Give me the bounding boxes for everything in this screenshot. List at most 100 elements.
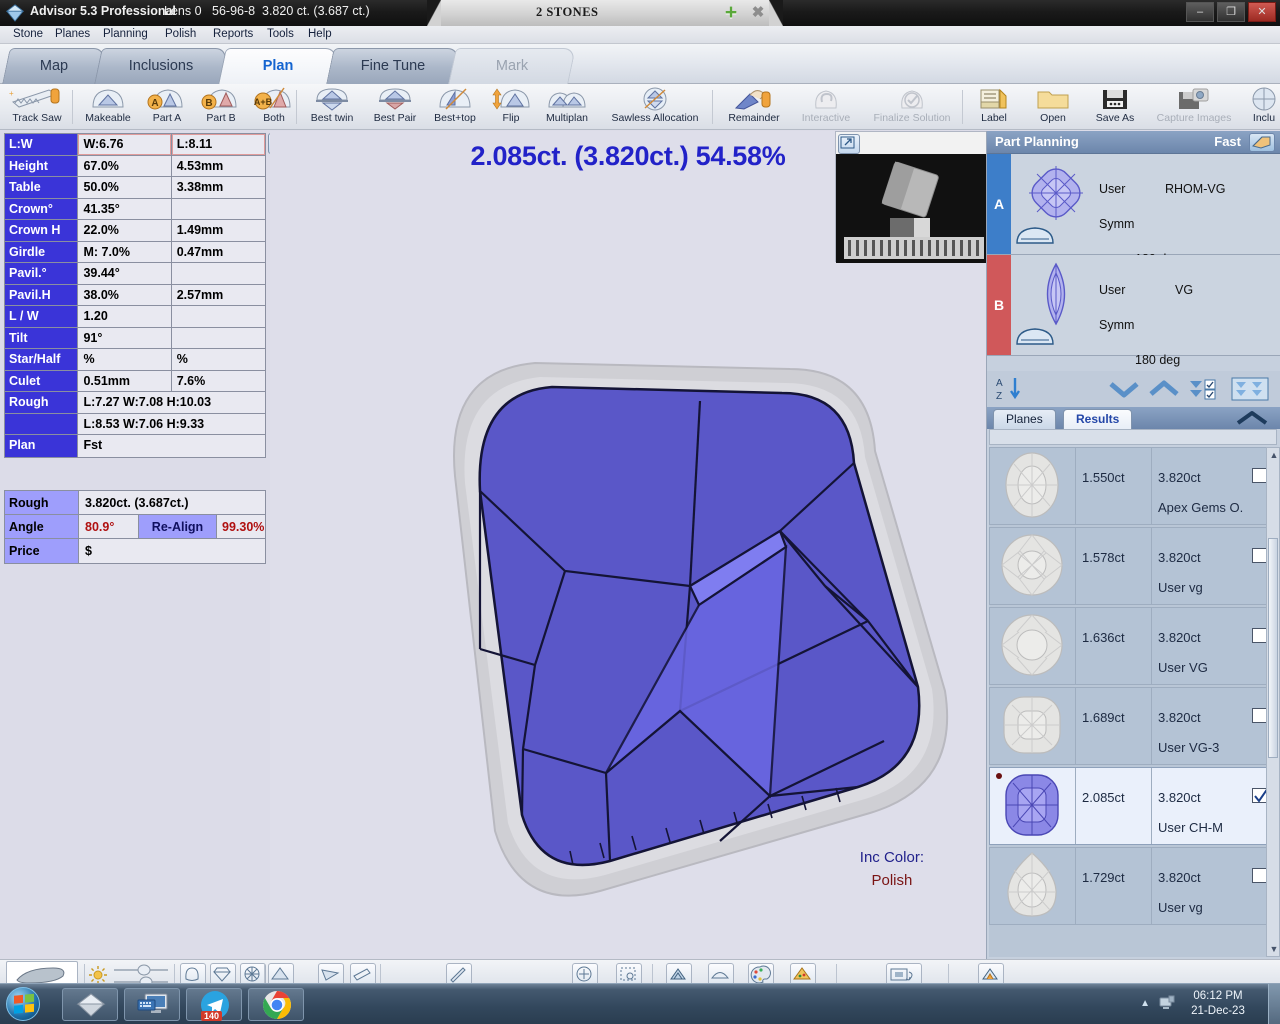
result-checkbox[interactable] [1252,628,1267,643]
scroll-up-arrow-icon[interactable]: ▲ [1269,450,1279,460]
toolbar-save-as[interactable]: Save As [1084,86,1146,128]
param-value-2[interactable]: 1.49mm [171,220,265,241]
table-row[interactable]: L / W 1.20 [5,306,265,328]
check-all-icon[interactable] [1187,377,1221,401]
toolbar-remainder[interactable]: Remainder [718,86,790,128]
list-item[interactable]: 1.550ct 3.820ct Apex Gems O. [989,447,1277,525]
toolbar-inclusions[interactable]: Inclu [1246,86,1280,128]
toolbar-finalize-solution[interactable]: Finalize Solution [862,86,962,128]
stone-viewport[interactable]: 2.085ct. (3.820ct.) 54.58% Inc Color: Po… [270,131,986,959]
table-row[interactable]: Star/Half % % [5,349,265,371]
menu-item-tools[interactable]: Tools [262,27,299,41]
tab-inclusions[interactable]: Inclusions [94,48,228,84]
param-value-1[interactable]: 38.0% [78,284,172,305]
menu-item-stone[interactable]: Stone [8,27,48,41]
toolbar-best-twin[interactable]: Best twin [300,86,364,128]
taskbar-advisor-app[interactable] [62,988,118,1021]
table-row[interactable]: L:W W:6.76 L:8.11 [5,134,265,156]
menu-item-planning[interactable]: Planning [98,27,153,41]
list-item[interactable]: 1.578ct 3.820ct User vg [989,527,1277,605]
param-value-2[interactable] [171,327,265,348]
chevron-up-icon[interactable] [1235,409,1269,427]
toolbar-interactive[interactable]: Interactive [790,86,862,128]
param-value-2[interactable]: 3.38mm [171,177,265,198]
result-checkbox[interactable] [1252,548,1267,563]
param-value-2[interactable]: 7.6% [171,370,265,391]
scroll-down-arrow-icon[interactable]: ▼ [1269,944,1279,954]
part-planning-row-a[interactable]: A User RHOM-VG Symm 180 deg [987,154,1280,266]
plus-icon[interactable]: + [721,2,741,23]
close-icon[interactable]: ✖ [749,4,767,22]
list-item[interactable]: 1.689ct 3.820ct User VG-3 [989,687,1277,765]
table-row[interactable]: L:8.53 W:7.06 H:9.33 [5,413,265,435]
show-desktop-button[interactable] [1268,984,1280,1024]
table-row[interactable]: Rough L:7.27 W:7.08 H:10.03 [5,392,265,414]
stone-photo-thumbnail[interactable] [835,131,986,263]
list-item[interactable]: 2.085ct 3.820ct User CH-M [989,767,1277,845]
param-value-1[interactable]: 22.0% [78,220,172,241]
param-value-wide[interactable]: Fst [78,435,265,457]
eraser-icon[interactable] [1249,133,1275,152]
results-list[interactable]: 1.550ct 3.820ct Apex Gems O. 1.578ct 3.8… [989,447,1277,957]
sort-az-icon[interactable]: A Z [995,375,1023,403]
table-row[interactable]: Culet 0.51mm 7.6% [5,370,265,392]
minimize-button[interactable]: – [1186,2,1214,22]
param-value-1[interactable]: 91° [78,327,172,348]
result-checkbox[interactable] [1252,868,1267,883]
param-value-2[interactable]: L:8.11 [171,134,265,155]
table-row[interactable]: Table 50.0% 3.38mm [5,177,265,199]
tab-fine-tune[interactable]: Fine Tune [326,48,460,84]
tab-mark[interactable]: Mark [448,48,576,84]
table-row[interactable]: Pavil.H 38.0% 2.57mm [5,284,265,306]
toolbar-track-saw[interactable]: + Track Saw [4,86,70,128]
param-value-1[interactable]: 39.44° [78,263,172,284]
toolbar-sawless-allocation[interactable]: Sawless Allocation [600,86,710,128]
document-tab[interactable]: 2 STONES + ✖ [427,0,783,26]
toolbar-both[interactable]: A+B Both [250,86,298,128]
toolbar-part-a[interactable]: A Part A [142,86,192,128]
toolbar-flip[interactable]: Flip [490,86,532,128]
taskbar-remote-desktop-app[interactable] [124,988,180,1021]
scrollbar-thumb[interactable] [1268,538,1278,758]
show-hidden-icons-arrow[interactable]: ▲ [1140,998,1150,1009]
menu-item-help[interactable]: Help [303,27,337,41]
param-value-2[interactable]: 0.47mm [171,241,265,262]
results-scrollbar[interactable]: ▲ ▼ [1266,447,1280,957]
toolbar-makeable[interactable]: Makeable [76,86,140,128]
param-value-1[interactable]: 41.35° [78,198,172,219]
param-value-1[interactable]: 50.0% [78,177,172,198]
taskbar-telegram-app[interactable]: 140 [186,988,242,1021]
param-value-1[interactable]: 1.20 [78,306,172,327]
table-row[interactable]: Crown H 22.0% 1.49mm [5,220,265,242]
param-value-1[interactable]: W:6.76 [78,134,172,155]
stone-3d-render[interactable] [270,241,986,941]
toolbar-best-top[interactable]: Best+top [424,86,486,128]
menu-item-planes[interactable]: Planes [50,27,95,41]
param-value-2[interactable] [171,306,265,327]
param-value-2[interactable]: 2.57mm [171,284,265,305]
param-value-wide[interactable]: L:8.53 W:7.06 H:9.33 [78,413,265,434]
menu-item-polish[interactable]: Polish [160,27,201,41]
table-row[interactable]: Crown° 41.35° [5,198,265,220]
price-value[interactable]: $ [79,539,265,563]
window-close-button[interactable]: ✕ [1248,2,1276,22]
list-item[interactable]: 1.729ct 3.820ct User vg [989,847,1277,925]
toolbar-label[interactable]: Label [968,86,1020,128]
list-item[interactable]: 1.636ct 3.820ct User VG [989,607,1277,685]
grid-view-icon[interactable] [1231,377,1269,401]
result-checkbox[interactable] [1252,787,1269,803]
menu-item-reports[interactable]: Reports [208,27,258,41]
windows-start-orb[interactable] [6,987,40,1021]
part-planning-mode[interactable]: Fast [1214,131,1241,153]
clock[interactable]: 06:12 PM 21-Dec-23 [1178,989,1258,1019]
table-row[interactable]: Girdle M: 7.0% 0.47mm [5,241,265,263]
table-row[interactable]: Plan Fst [5,435,265,457]
param-value-1[interactable]: % [78,349,172,370]
table-row[interactable]: Height 67.0% 4.53mm [5,155,265,177]
toolbar-best-pair[interactable]: Best Pair [364,86,426,128]
param-value-1[interactable]: M: 7.0% [78,241,172,262]
table-row[interactable]: Tilt 91° [5,327,265,349]
toolbar-capture-images[interactable]: Capture Images [1142,86,1246,128]
maximize-button[interactable]: ❐ [1217,2,1245,22]
brightness-icon[interactable] [88,965,108,985]
